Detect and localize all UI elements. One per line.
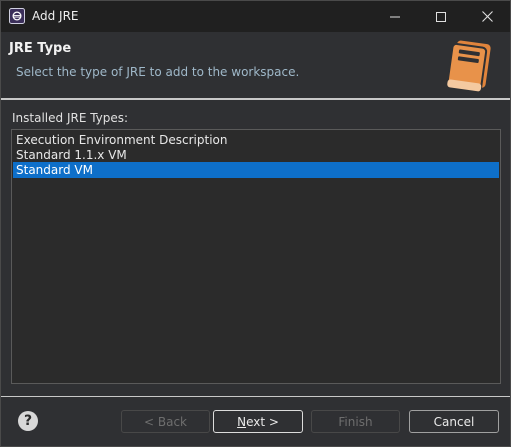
next-button[interactable]: Next > [213, 410, 303, 433]
next-button-label: Next > [237, 415, 279, 429]
back-button[interactable]: < Back [121, 410, 210, 433]
list-item-standard-vm[interactable]: Standard VM [13, 162, 499, 178]
eclipse-app-icon [9, 8, 25, 24]
back-button-label: < Back [143, 414, 187, 429]
page-description: Select the type of JRE to add to the wor… [16, 65, 300, 79]
cancel-button-label: Cancel [433, 414, 475, 429]
finish-button[interactable]: Finish [311, 410, 400, 433]
title-bar[interactable]: Add JRE [1, 1, 510, 32]
finish-button-label: Finish [338, 414, 373, 429]
next-label-rest: ext > [246, 414, 279, 429]
add-jre-dialog: Add JRE JRE Type Select the type of JRE … [0, 0, 511, 447]
help-button[interactable]: ? [18, 411, 38, 431]
footer-separator [1, 396, 510, 397]
next-mnemonic: N [237, 414, 247, 429]
maximize-button[interactable] [418, 1, 464, 32]
header-separator [1, 98, 510, 100]
close-icon [481, 11, 493, 22]
maximize-icon [436, 11, 446, 22]
jre-types-list[interactable]: Execution Environment Description Standa… [11, 129, 501, 384]
help-icon: ? [23, 413, 33, 429]
book-icon [441, 38, 499, 94]
page-title: JRE Type [9, 41, 72, 56]
installed-jre-types-label: Installed JRE Types: [12, 111, 129, 125]
list-item-execution-environment[interactable]: Execution Environment Description [13, 132, 499, 148]
list-item-standard-1-1-x-vm[interactable]: Standard 1.1.x VM [13, 147, 499, 163]
cancel-button[interactable]: Cancel [409, 410, 499, 433]
window-title: Add JRE [32, 9, 79, 23]
wizard-header: JRE Type Select the type of JRE to add t… [1, 32, 510, 98]
close-button[interactable] [464, 1, 510, 32]
minimize-button[interactable] [372, 1, 418, 32]
minimize-icon [390, 16, 400, 17]
